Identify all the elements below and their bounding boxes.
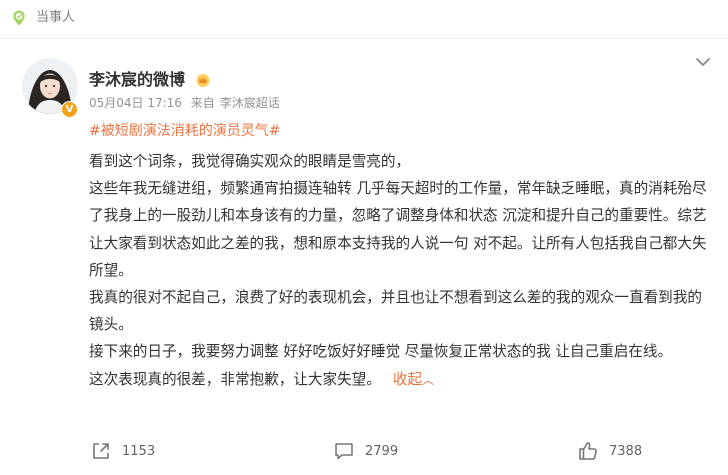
collapse-label: 收起 xyxy=(392,370,423,388)
comment-count: 2799 xyxy=(365,443,399,459)
repost-count: 1153 xyxy=(122,443,156,459)
comment-icon xyxy=(335,443,353,460)
location-pin-icon xyxy=(13,10,25,26)
paragraph: 我真的很对不起自己，浪费了好的表现机会，并且也让不想看到这么差的我的观众一直看到… xyxy=(89,289,702,334)
hashtag-link[interactable]: #被短剧演法消耗的演员灵气# xyxy=(89,122,280,140)
collapse-link[interactable]: 收起︿ xyxy=(393,371,434,388)
top-bar: 当事人 xyxy=(0,0,728,38)
post-body: 看到这个词条，我觉得确实观众的眼睛是雪亮的， 这些年我无缝进组，频繁通宵拍摄连轴… xyxy=(89,148,714,394)
paragraph: 接下来的日子，我要努力调整 好好吃饭好好睡觉 尽量恢复正常状态的我 让自己重启在… xyxy=(89,343,673,361)
paragraph: 这些年我无缝进组，频繁通宵拍摄连轴转 几乎每天超时的工作量，常年缺乏睡眠，真的消… xyxy=(89,180,707,279)
post-time[interactable]: 05月04日 17:16 xyxy=(89,96,182,110)
paragraph-last: 这次表现真的很差，非常抱歉，让大家失望。 收起︿ xyxy=(89,366,714,394)
action-bar: 1153 2799 7388 xyxy=(0,432,728,472)
source-prefix: 来自 xyxy=(190,96,215,110)
chevron-down-icon[interactable] xyxy=(694,56,712,68)
like-count: 7388 xyxy=(609,443,643,459)
paragraph-text: 这次表现真的很差，非常抱歉，让大家失望。 xyxy=(89,370,381,388)
post-meta: 05月04日 17:16 来自 李沐宸超话 xyxy=(89,96,285,110)
repost-button[interactable]: 1153 xyxy=(90,440,155,462)
post-source[interactable]: 李沐宸超话 xyxy=(220,96,280,110)
comment-button[interactable]: 2799 xyxy=(333,440,398,462)
avatar[interactable]: V xyxy=(22,58,78,118)
crown-icon xyxy=(196,74,210,87)
username[interactable]: 李沐宸的微博 xyxy=(89,70,185,90)
repost-icon xyxy=(93,443,109,459)
chevron-up-icon: ︿ xyxy=(422,372,435,387)
like-button[interactable]: 7388 xyxy=(577,440,642,462)
topbar-label: 当事人 xyxy=(36,10,76,25)
paragraph: 看到这个词条，我觉得确实观众的眼睛是雪亮的， xyxy=(89,153,411,170)
verified-badge-icon: V xyxy=(61,101,78,118)
thumbs-up-icon xyxy=(579,442,597,460)
